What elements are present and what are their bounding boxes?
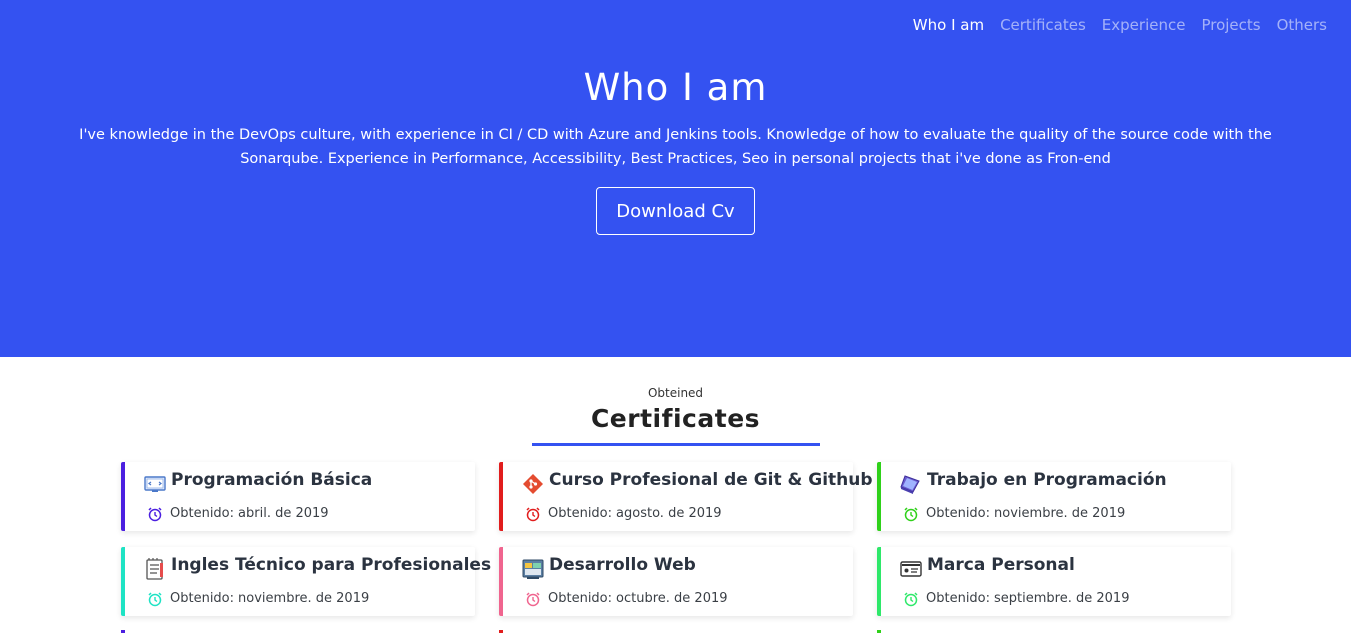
alarm-clock-icon: [904, 507, 918, 522]
certificate-date: Obtenido: noviembre. de 2019: [170, 591, 369, 606]
computer-code-icon: [144, 476, 166, 492]
date-prefix: Obtenido:: [548, 506, 613, 521]
certificate-card[interactable]: Ingles Técnico para Profesionales Obteni…: [121, 547, 491, 616]
alarm-clock-icon: [148, 592, 162, 607]
certificate-date: Obtenido: noviembre. de 2019: [926, 506, 1125, 521]
alarm-clock-icon: [148, 507, 162, 522]
date-prefix: Obtenido:: [170, 591, 235, 606]
hero-section: Who I am Certificates Experience Project…: [0, 0, 1351, 357]
date-value: noviembre. de 2019: [994, 506, 1126, 521]
nav-who-i-am[interactable]: Who I am: [905, 14, 992, 36]
date-value: octubre. de 2019: [616, 591, 728, 606]
certificate-card[interactable]: Curso Profesional de Git & Github Obteni…: [499, 462, 873, 531]
certificate-card[interactable]: Desarrollo Web Obtenido: octubre. de 2019: [499, 547, 853, 616]
alarm-clock-icon: [904, 592, 918, 607]
laptop-icon: [900, 475, 920, 494]
hero-description: I've knowledge in the DevOps culture, wi…: [79, 127, 1272, 167]
web-window-icon: [522, 559, 544, 579]
section-subtitle: Obteined: [647, 386, 704, 400]
date-value: agosto. de 2019: [616, 506, 722, 521]
alarm-clock-icon: [526, 592, 540, 607]
date-prefix: Obtenido:: [170, 506, 235, 521]
download-cv-button[interactable]: Download Cv: [596, 187, 755, 235]
certificate-date: Obtenido: abril. de 2019: [170, 506, 329, 521]
hero-title: Who I am: [583, 66, 768, 109]
nav-experience[interactable]: Experience: [1094, 14, 1194, 36]
date-value: abril. de 2019: [238, 506, 329, 521]
date-value: septiembre. de 2019: [994, 591, 1130, 606]
certificate-card[interactable]: Trabajo en Programación Obtenido: noviemb…: [877, 462, 1231, 531]
certificate-title: Programación Básica: [171, 470, 373, 490]
nav-projects[interactable]: Projects: [1193, 14, 1268, 36]
certificate-title: Curso Profesional de Git & Github: [549, 470, 873, 490]
date-prefix: Obtenido:: [926, 591, 991, 606]
date-value: noviembre. de 2019: [238, 591, 370, 606]
certificate-date: Obtenido: septiembre. de 2019: [926, 591, 1129, 606]
id-card-icon: [900, 561, 922, 577]
certificate-title: Trabajo en Programación: [927, 470, 1167, 490]
section-underline: [532, 443, 820, 446]
nav-certificates[interactable]: Certificates: [992, 14, 1094, 36]
certificate-date: Obtenido: agosto. de 2019: [548, 506, 722, 521]
certificate-title: Ingles Técnico para Profesionales: [171, 555, 492, 575]
notepad-icon: [146, 558, 163, 580]
date-prefix: Obtenido:: [548, 591, 613, 606]
certificate-date: Obtenido: octubre. de 2019: [548, 591, 728, 606]
date-prefix: Obtenido:: [926, 506, 991, 521]
certificate-card[interactable]: Programación Básica Obtenido: abril. de 2…: [121, 462, 475, 531]
git-logo-icon: [523, 474, 543, 494]
nav-others[interactable]: Others: [1269, 14, 1335, 36]
section-title: Certificates: [590, 404, 761, 433]
alarm-clock-icon: [526, 507, 540, 522]
certificate-title: Marca Personal: [927, 555, 1075, 575]
certificate-title: Desarrollo Web: [549, 555, 696, 575]
certificate-card[interactable]: Marca Personal Obtenido: septiembre. de 2…: [877, 547, 1231, 616]
top-nav: Who I am Certificates Experience Project…: [905, 14, 1335, 36]
